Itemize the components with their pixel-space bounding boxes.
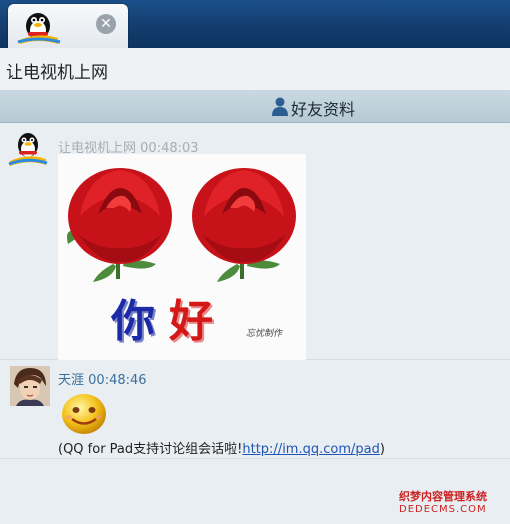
watermark-line1: 织梦内容管理系统 bbox=[399, 490, 487, 503]
sender-line: 天涯 00:48:46 bbox=[58, 369, 147, 388]
message-item: 天涯 00:48:46 (QQ for Pad支持讨论组会话啦!http://i… bbox=[0, 360, 510, 459]
smiley-emoji-icon bbox=[62, 394, 106, 434]
chat-title: 让电视机上网 bbox=[6, 63, 108, 83]
promo-line: (QQ for Pad支持讨论组会话啦!http://im.qq.com/pad… bbox=[58, 438, 385, 457]
greeting-char-2: 好 bbox=[169, 296, 227, 347]
image-signature: 忘忧制作 bbox=[246, 329, 283, 339]
greeting-char-1: 你 bbox=[111, 296, 169, 347]
friend-info-label: 好友资料 bbox=[291, 100, 356, 119]
sender-name: 天涯 bbox=[58, 373, 85, 388]
chat-title-bar: 让电视机上网 bbox=[0, 48, 510, 91]
friend-info-button[interactable]: 好友资料 bbox=[0, 90, 510, 123]
qq-penguin-icon bbox=[17, 13, 61, 44]
tab-bar: ✕ bbox=[0, 0, 510, 48]
anime-avatar[interactable] bbox=[10, 366, 50, 406]
person-icon bbox=[272, 97, 288, 116]
rose-pair-image bbox=[67, 168, 296, 282]
greeting-image[interactable]: 你好 忘忧制作 bbox=[58, 154, 306, 360]
watermark: 织梦内容管理系统 DEDECMS.COM bbox=[399, 488, 507, 515]
promo-close-paren: ) bbox=[379, 442, 385, 457]
watermark-line2: DEDECMS.COM bbox=[399, 504, 487, 515]
message-item: 让电视机上网 00:48:03 你好 忘忧制作 bbox=[0, 123, 510, 360]
qq-pad-link[interactable]: http://im.qq.com/pad bbox=[242, 442, 379, 457]
message-time: 00:48:46 bbox=[88, 373, 147, 388]
greeting-text: 你好 bbox=[111, 285, 227, 349]
tab-close-button[interactable]: ✕ bbox=[96, 14, 116, 34]
chat-tab[interactable]: ✕ bbox=[8, 4, 128, 48]
promo-text: (QQ for Pad支持讨论组会话啦! bbox=[58, 442, 243, 457]
qq-penguin-avatar[interactable] bbox=[8, 129, 48, 169]
